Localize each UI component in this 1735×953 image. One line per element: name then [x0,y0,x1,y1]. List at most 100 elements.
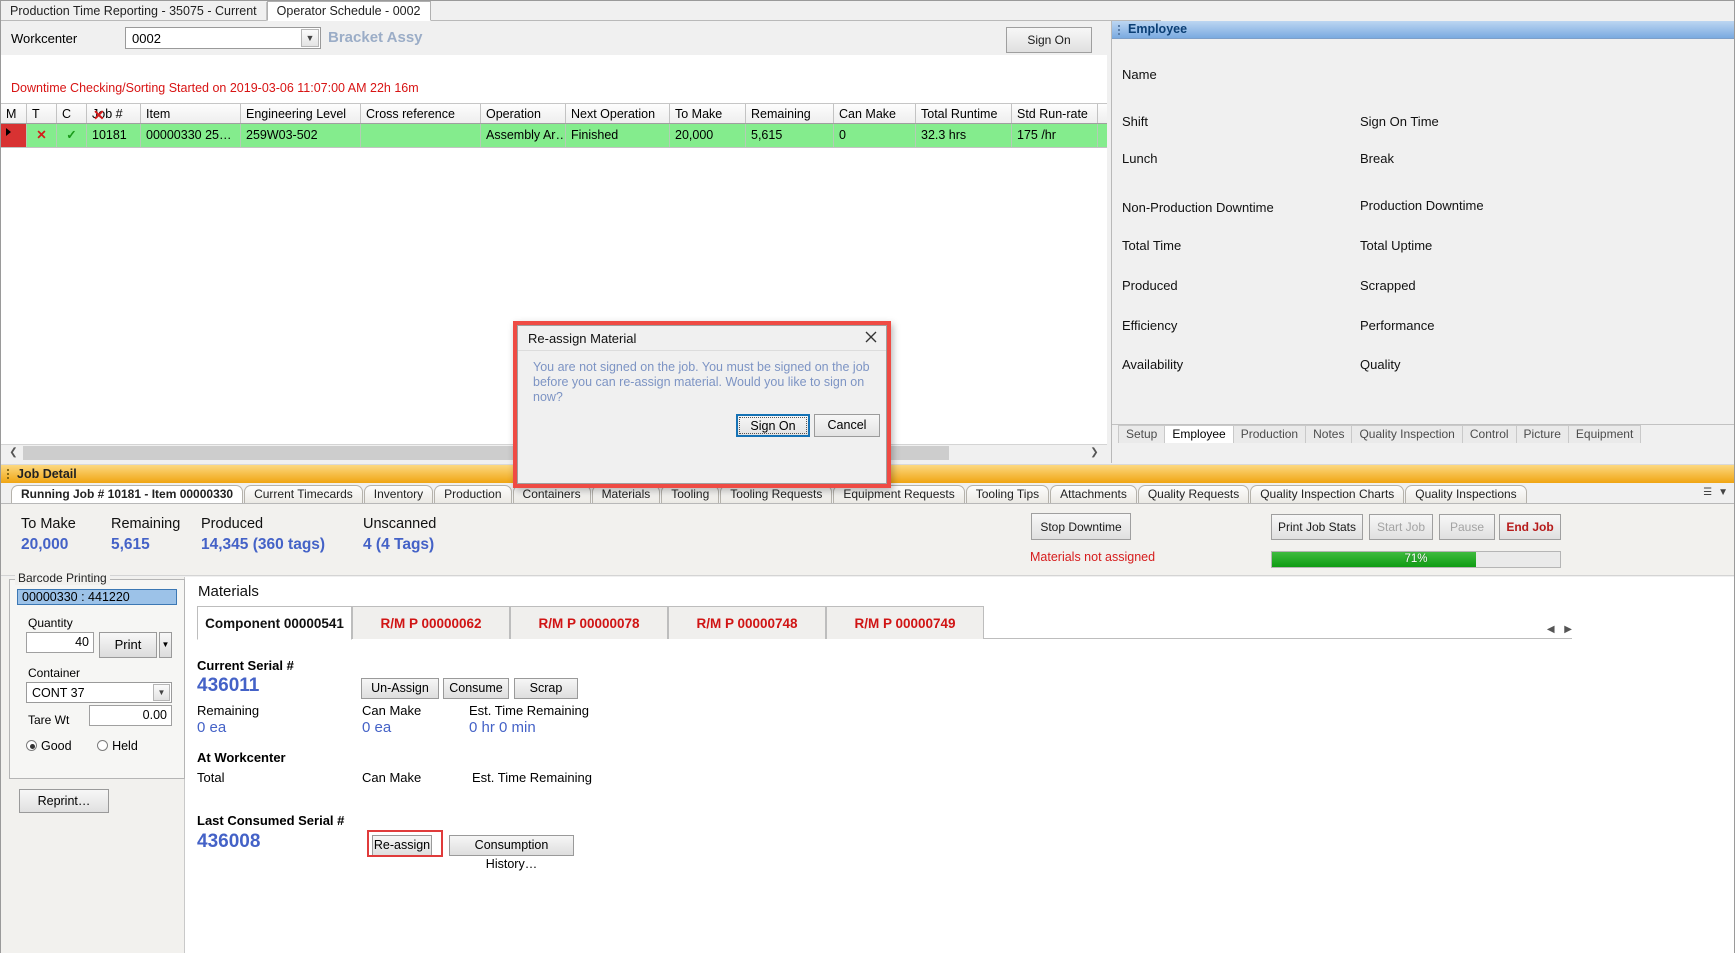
window-close-icon[interactable]: close-icon [1710,2,1732,18]
cell-next-operation: Finished [566,124,670,147]
barcode-printing-legend: Barcode Printing [15,571,110,585]
mat-tab-rmp-00000749[interactable]: R/M P 00000749 [826,606,984,639]
field-produced: Produced [1122,278,1178,293]
mat-tab-rmp-00000062[interactable]: R/M P 00000062 [352,606,510,639]
materials-not-assigned-warning: Materials not assigned [1030,550,1156,564]
dialog-message: You are not signed on the job. You must … [533,360,870,404]
workcenter-row: Workcenter 0002 ▼ Bracket Assy [1,21,1107,55]
materials-tab-next-icon[interactable]: ▶ [1564,624,1572,635]
materials-tab-prev-icon[interactable]: ◀ [1547,624,1555,635]
job-grid: M T C Job # Item Engineering Level Cross… [1,103,1107,148]
tab-production-time-reporting[interactable]: Production Time Reporting - 35075 - Curr… [1,2,267,21]
tab-control[interactable]: Control [1461,425,1517,443]
grid-header-row: M T C Job # Item Engineering Level Cross… [1,103,1107,124]
stat-to-make-value: 20,000 [21,536,69,553]
tab-inventory[interactable]: Inventory [363,485,434,503]
tab-quality-requests[interactable]: Quality Requests [1137,485,1250,503]
tab-quality-inspection-charts[interactable]: Quality Inspection Charts [1250,485,1405,503]
sign-on-button[interactable]: Sign On [1006,27,1092,53]
tab-notes[interactable]: Notes [1305,425,1353,443]
cell-cross-reference [361,124,481,147]
consume-button[interactable]: Consume [443,678,509,699]
dialog-cancel-button[interactable]: Cancel [814,414,880,437]
stop-downtime-button[interactable]: Stop Downtime [1031,513,1131,540]
end-job-button[interactable]: End Job [1499,514,1561,540]
radio-good[interactable]: Good [26,739,72,753]
tab-strip-nav: ☰ ▼ [1697,487,1728,498]
mat-tab-component-00000541[interactable]: Component 00000541 [197,606,352,640]
field-total-uptime: Total Uptime [1360,238,1433,253]
field-quality: Quality [1360,357,1401,372]
stat-remaining-label: Remaining [111,516,181,532]
pause-button[interactable]: Pause [1439,514,1495,540]
tab-running-job[interactable]: Running Job # 10181 - Item 00000330 [11,485,244,503]
row-selector[interactable] [1,124,27,147]
tab-attachments[interactable]: Attachments [1050,485,1137,503]
tab-current-timecards[interactable]: Current Timecards [244,485,363,503]
tab-employee[interactable]: Employee [1164,425,1234,443]
re-assign-highlight [367,830,443,857]
start-job-button[interactable]: Start Job [1369,514,1433,540]
col-t: T [27,104,57,123]
cell-t2-icon: ✓ [57,124,87,147]
tab-picture[interactable]: Picture [1515,425,1569,443]
container-label: Container [28,666,81,680]
scroll-left-icon[interactable]: ❮ [5,445,22,461]
cell-job-number: 10181 [87,124,141,147]
consumption-history-button[interactable]: Consumption History… [449,835,574,871]
reprint-button[interactable]: Reprint… [19,789,109,813]
employee-fields: Name Shift Sign On Time Lunch Break Non-… [1112,39,1734,443]
stat-produced: Produced 14,345 (360 tags) [201,516,325,554]
dialog-highlight-outline: Re-assign Material You are not signed on… [513,321,891,488]
wc-can-make-label: Can Make [362,770,422,785]
radio-good-icon[interactable] [26,740,37,751]
tab-list-icon[interactable]: ☰ [1703,487,1712,498]
chevron-down-icon[interactable]: ▼ [301,29,319,47]
print-button[interactable]: Print [99,632,157,658]
container-select[interactable]: CONT 37 ▼ [26,682,172,703]
workcenter-select[interactable]: 0002 ▼ [125,27,321,49]
tab-equipment[interactable]: Equipment [1567,425,1642,443]
tab-next-icon[interactable]: ▼ [1718,487,1728,498]
barcode-item-selected[interactable]: 00000330 : 441220 [17,589,177,605]
tab-production[interactable]: Production [1232,425,1307,443]
quantity-input[interactable]: 40 [26,632,94,653]
est-time-remaining-label: Est. Time Remaining [469,703,589,718]
tab-tooling-tips[interactable]: Tooling Tips [965,485,1050,503]
tab-quality-inspections[interactable]: Quality Inspections [1405,485,1527,503]
re-assign-material-dialog: Re-assign Material You are not signed on… [517,325,887,484]
dialog-sign-on-label: Sign On [739,417,807,434]
dialog-sign-on-button[interactable]: Sign On [736,414,810,437]
cell-total-runtime: 32.3 hrs [916,124,1012,147]
scroll-right-icon[interactable]: ❯ [1086,445,1103,461]
col-c: C [57,104,87,123]
radio-held-icon[interactable] [97,740,109,751]
tab-operator-schedule[interactable]: Operator Schedule - 0002 [266,1,431,21]
print-dropdown-icon[interactable]: ▼ [159,632,172,658]
dialog-title: Re-assign Material [528,331,637,346]
tare-weight-input[interactable]: 0.00 [89,705,172,726]
dialog-close-icon[interactable] [860,328,882,346]
field-name: Name [1122,67,1157,82]
cell-item: 00000330 25… [141,124,241,147]
workcenter-description: Bracket Assy [328,29,423,46]
table-row[interactable]: ✕ ✓ 10181 00000330 25… 259W03-502 Assemb… [1,124,1107,148]
remaining-value: 0 ea [197,719,227,736]
current-serial-value: 436011 [197,675,260,696]
tab-production[interactable]: Production [434,485,512,503]
mat-tab-rmp-00000748[interactable]: R/M P 00000748 [668,606,826,639]
print-job-stats-button[interactable]: Print Job Stats [1271,514,1363,540]
tab-setup[interactable]: Setup [1118,425,1166,443]
employee-panel: Employee Name Shift Sign On Time Lunch B… [1111,21,1734,463]
field-total-time: Total Time [1122,238,1182,253]
scrap-button[interactable]: Scrap [514,678,578,699]
un-assign-button[interactable]: Un-Assign [361,678,439,699]
mat-tab-rmp-00000078[interactable]: R/M P 00000078 [510,606,668,639]
radio-held[interactable]: Held [97,739,138,753]
chevron-down-icon[interactable]: ▼ [153,684,170,701]
field-non-production-downtime: Non-Production Downtime [1122,200,1274,215]
field-scrapped: Scrapped [1360,278,1416,293]
tab-quality-inspection[interactable]: Quality Inspection [1351,425,1463,443]
employee-panel-title: Employee [1112,21,1734,39]
field-production-downtime: Production Downtime [1360,198,1484,213]
